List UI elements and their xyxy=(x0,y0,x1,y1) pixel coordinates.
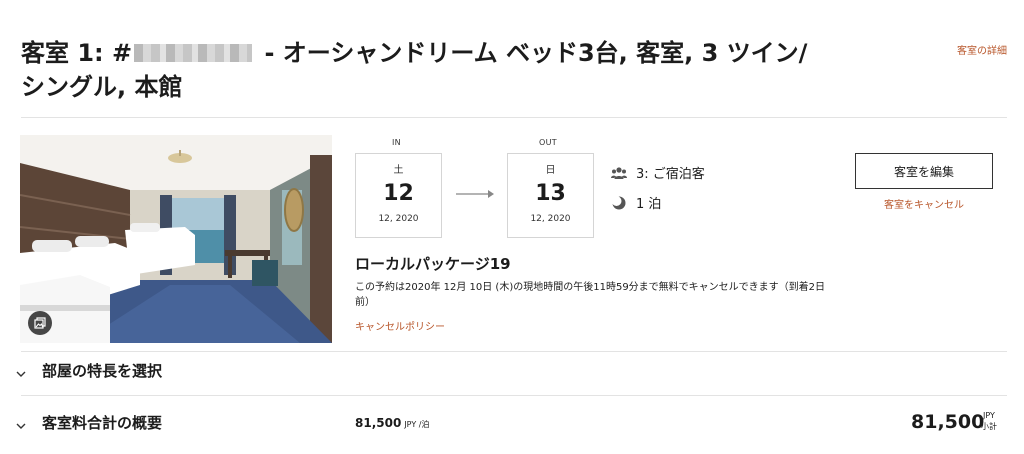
cancel-room-link[interactable]: 客室をキャンセル xyxy=(855,196,993,211)
checkout-year-month: 12, 2020 xyxy=(530,214,571,224)
room-details-link[interactable]: 客室の詳細 xyxy=(957,42,1007,57)
nightly-rate: 81,500 JPY /泊 xyxy=(355,416,429,430)
divider xyxy=(21,117,1007,118)
divider xyxy=(21,395,1007,396)
package-name: ローカルパッケージ19 xyxy=(355,255,511,273)
room-features-toggle[interactable]: 部屋の特長を選択 xyxy=(14,356,1007,384)
nights-info: 1 泊 xyxy=(611,193,661,212)
checkout-label: OUT xyxy=(539,138,557,147)
guests-text: 3: ご宿泊客 xyxy=(636,167,705,182)
checkin-year-month: 12, 2020 xyxy=(378,214,419,224)
nightly-unit: JPY /泊 xyxy=(404,420,430,429)
room-title-prefix: 客室 1: # xyxy=(21,39,133,67)
total-label: 小計 xyxy=(981,422,997,431)
room-title: 客室 1: # - オーシャンドリーム ベッド3台, 客室, 3 ツイン/シング… xyxy=(21,36,821,104)
chevron-down-icon xyxy=(16,371,26,377)
cancel-policy-link[interactable]: キャンセルポリシー xyxy=(355,318,445,333)
checkin-label: IN xyxy=(392,138,401,147)
checkin-weekday: 土 xyxy=(393,165,404,176)
photo-gallery-button[interactable] xyxy=(28,311,52,335)
room-photo-image xyxy=(20,135,332,343)
redacted-room-number xyxy=(134,44,253,62)
total-amount: 81,500 xyxy=(911,411,985,433)
checkin-date: 土 12 12, 2020 xyxy=(355,153,442,238)
rate-summary-label: 客室料合計の概要 xyxy=(42,413,163,432)
arrow-right-icon xyxy=(456,190,494,198)
photo-gallery-icon xyxy=(34,317,46,329)
guests-info: 3: ご宿泊客 xyxy=(611,163,705,182)
cancellation-note: この予約は2020年 12月 10日 (木)の現地時間の午後11時59分まで無料… xyxy=(355,282,826,308)
nightly-amount: 81,500 xyxy=(355,416,402,430)
checkout-day: 13 xyxy=(535,181,566,206)
moon-icon xyxy=(611,195,626,209)
chevron-down-icon xyxy=(16,423,26,429)
divider xyxy=(21,351,1007,352)
checkout-weekday: 日 xyxy=(545,165,556,176)
room-features-label: 部屋の特長を選択 xyxy=(42,361,163,380)
checkout-date: 日 13 12, 2020 xyxy=(507,153,594,238)
edit-room-button[interactable]: 客室を編集 xyxy=(855,153,993,189)
total-currency: JPY xyxy=(983,411,995,420)
checkin-day: 12 xyxy=(383,181,414,206)
nights-text: 1 泊 xyxy=(636,197,662,212)
rate-summary-toggle[interactable]: 客室料合計の概要 xyxy=(14,408,1007,436)
guests-icon xyxy=(611,166,627,179)
total-meta: JPY 小計 xyxy=(981,410,997,432)
room-photo[interactable] xyxy=(20,135,332,343)
